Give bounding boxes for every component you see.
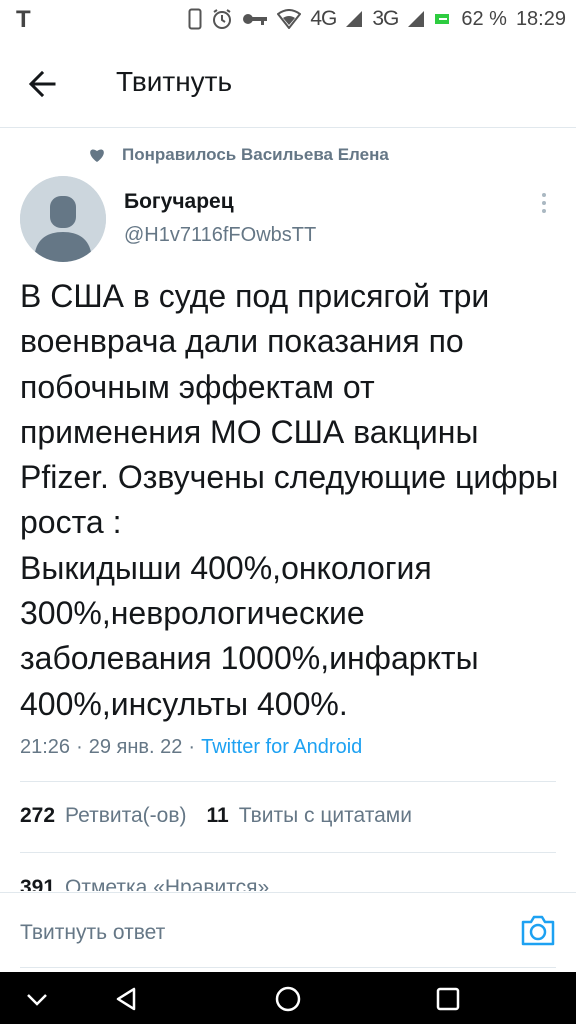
arrow-left-icon (28, 70, 56, 98)
divider (20, 781, 556, 782)
quotes-label[interactable]: Твиты с цитатами (239, 804, 412, 828)
wifi-icon (277, 9, 302, 29)
battery-percent: 62 % (461, 7, 507, 30)
triangle-back-icon (116, 987, 136, 1011)
meta-separator: · (188, 736, 196, 758)
likes-label[interactable]: Отметка «Нравится» (65, 876, 269, 891)
retweets-label[interactable]: Ретвита(-ов) (65, 804, 186, 828)
stats-row: 272 Ретвита(-ов) 11 Твиты с цитатами (20, 804, 412, 828)
tweet-date: 29 янв. 22 (88, 736, 183, 758)
clock: 18:29 (515, 7, 566, 30)
more-vertical-icon (542, 193, 546, 213)
reply-input[interactable]: Твитнуть ответ (20, 913, 500, 953)
tweet-time: 21:26 (20, 736, 71, 758)
status-icons: 4G 3G 62 % 18:29 (188, 7, 566, 31)
divider (20, 852, 556, 853)
status-bar: T 4G 3G 62 % 18:29 (0, 0, 576, 40)
battery-saver-icon (435, 14, 450, 24)
retweets-count[interactable]: 272 (20, 804, 55, 828)
square-recents-icon (436, 987, 460, 1011)
signal-icon (346, 11, 363, 27)
nav-hide-keyboard-button[interactable] (22, 984, 52, 1014)
circle-home-icon (275, 986, 301, 1012)
tweet-meta: 21:26 · 29 янв. 22 · Twitter for Android (20, 736, 362, 759)
likes-count[interactable]: 391 (20, 876, 55, 891)
nav-back-button[interactable] (112, 984, 142, 1014)
heart-icon (90, 149, 104, 162)
tweet-source-link[interactable]: Twitter for Android (201, 736, 362, 759)
liked-by-text: Понравилось Васильева Елена (122, 145, 389, 164)
reply-bar: Твитнуть ответ (0, 892, 576, 972)
key-icon (243, 14, 268, 25)
meta-separator: · (76, 736, 83, 758)
more-options-button[interactable] (534, 190, 554, 216)
back-button[interactable] (24, 66, 64, 102)
carrier-icon: T (16, 6, 31, 33)
phone-icon (188, 8, 202, 30)
avatar[interactable] (20, 176, 106, 262)
author-handle[interactable]: @H1v7116fFOwbsTT (124, 224, 316, 247)
camera-button[interactable] (520, 913, 556, 947)
camera-icon (521, 915, 555, 946)
network-3g-label: 3G (372, 7, 399, 30)
likes-row: 391 Отметка «Нравится» (20, 876, 269, 891)
chevron-down-icon (27, 994, 47, 1006)
social-context[interactable]: Понравилось Васильева Елена (88, 142, 389, 168)
quotes-count[interactable]: 11 (207, 804, 229, 828)
tweet-text: В США в суде под присягой три военврача … (20, 278, 559, 722)
default-avatar-icon (20, 176, 106, 262)
system-nav-bar (0, 972, 576, 1024)
nav-home-button[interactable] (273, 984, 303, 1014)
nav-recents-button[interactable] (433, 984, 463, 1014)
network-4g-label: 4G (310, 7, 337, 30)
author-name[interactable]: Богучарец (124, 190, 234, 214)
page-title: Твитнуть (116, 66, 233, 97)
signal-icon (408, 11, 425, 27)
app-header: Твитнуть (0, 40, 576, 128)
alarm-icon (213, 9, 232, 29)
reply-underline (20, 967, 556, 968)
